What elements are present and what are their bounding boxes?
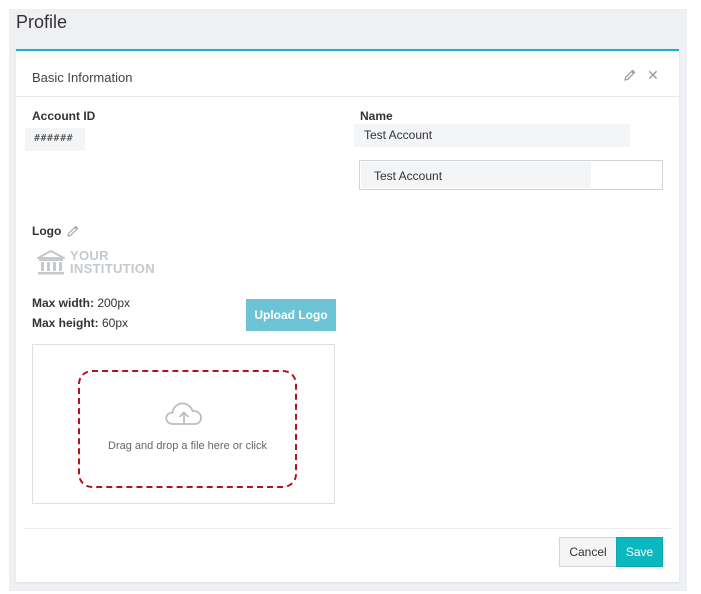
close-icon[interactable]: ✕ bbox=[645, 67, 661, 83]
logo-image: YOUR INSTITUTION bbox=[35, 249, 160, 279]
max-height-info: Max height: 60px bbox=[32, 316, 128, 330]
page-title: Profile bbox=[16, 12, 68, 32]
max-height-label: Max height: bbox=[32, 316, 99, 330]
cloud-upload-icon bbox=[165, 402, 202, 425]
card-title: Basic Information bbox=[32, 70, 133, 85]
name-input-value[interactable]: Test Account bbox=[361, 162, 591, 188]
basic-information-card: Basic Information ✕ Account ID ###### Na… bbox=[16, 49, 679, 582]
file-dropzone[interactable]: Drag and drop a file here or click bbox=[78, 370, 297, 488]
max-width-value: 200px bbox=[94, 296, 131, 310]
max-height-value: 60px bbox=[98, 316, 129, 330]
name-display-value: Test Account bbox=[354, 124, 630, 147]
account-id-value: ###### bbox=[25, 128, 85, 151]
name-label: Name bbox=[360, 109, 393, 123]
logo-text-line2: INSTITUTION bbox=[70, 261, 155, 276]
max-width-info: Max width: 200px bbox=[32, 296, 130, 310]
upload-logo-button[interactable]: Upload Logo bbox=[246, 299, 336, 331]
logo-edit-pencil-icon[interactable] bbox=[66, 224, 80, 238]
account-id-label: Account ID bbox=[32, 109, 96, 123]
name-input[interactable]: Test Account bbox=[359, 160, 663, 190]
cancel-button[interactable]: Cancel bbox=[559, 537, 617, 567]
save-button[interactable]: Save bbox=[616, 537, 663, 567]
file-dropzone-container: Drag and drop a file here or click bbox=[32, 344, 335, 504]
card-header: Basic Information ✕ bbox=[16, 51, 679, 97]
logo-placeholder-text: YOUR INSTITUTION bbox=[70, 249, 155, 275]
dropzone-instruction: Drag and drop a file here or click bbox=[108, 440, 267, 452]
institution-building-icon bbox=[37, 250, 65, 275]
edit-pencil-icon[interactable] bbox=[622, 67, 638, 83]
logo-label: Logo bbox=[32, 224, 62, 238]
footer-divider bbox=[24, 528, 671, 529]
max-width-label: Max width: bbox=[32, 296, 94, 310]
